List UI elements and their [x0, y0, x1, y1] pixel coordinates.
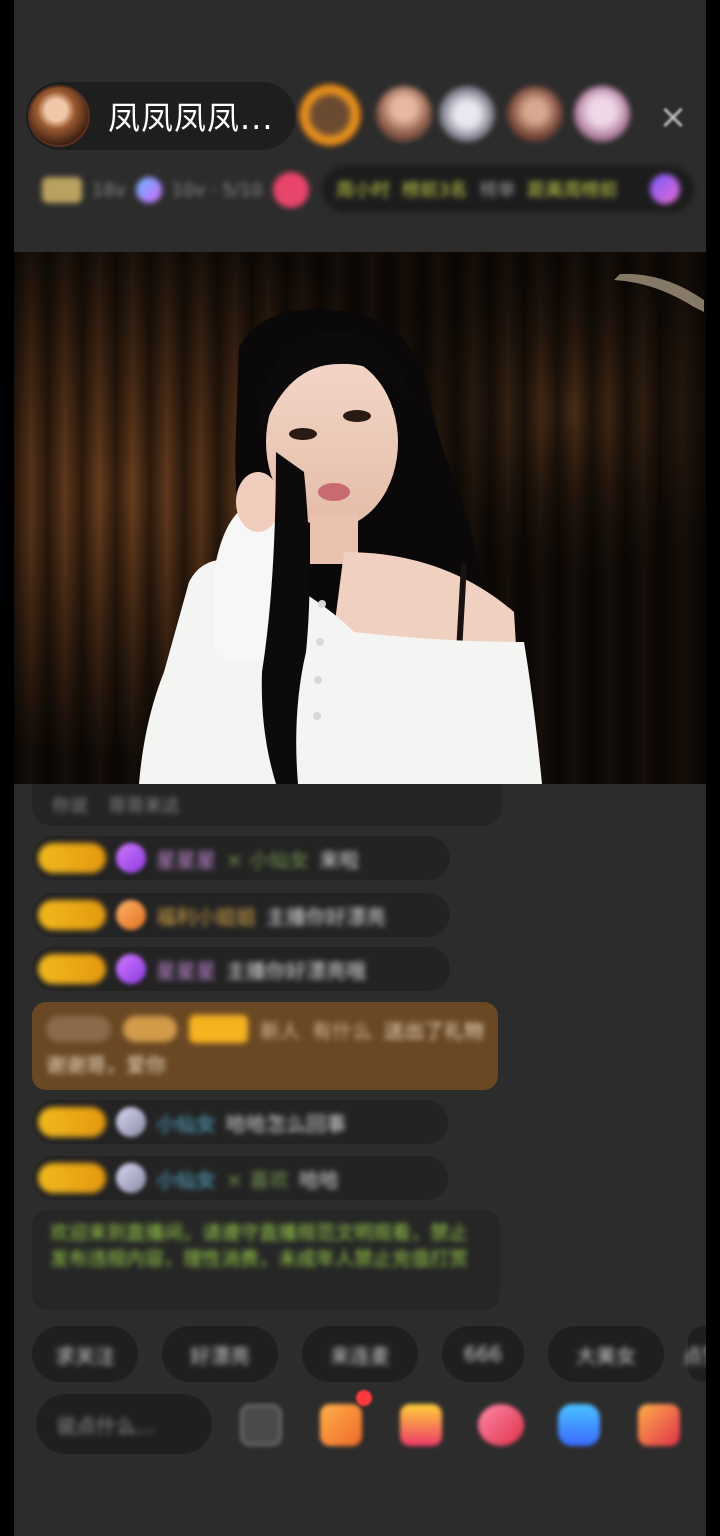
emoji-icon[interactable]: [240, 1404, 282, 1446]
chat-text: 送出了礼物: [383, 1018, 484, 1043]
quick-reply-chip[interactable]: 好漂亮: [162, 1326, 278, 1382]
close-icon[interactable]: ×: [654, 98, 692, 136]
chat-bubble-icon[interactable]: [558, 1404, 600, 1446]
chat-text: 主播你好漂亮: [266, 904, 386, 929]
chat-text: 哈哈: [299, 1167, 340, 1192]
user-level-badge: [46, 1016, 111, 1042]
quick-reply-label: 点赞: [683, 1343, 706, 1368]
chat-username[interactable]: 小仙女: [156, 1108, 216, 1137]
shop-icon[interactable]: [320, 1404, 362, 1446]
chat-text: 你说: [52, 796, 88, 817]
rank-label: 距离周榜前: [527, 180, 618, 201]
quick-reply-row: 求关注 好漂亮 来连麦 666 大美女 点赞: [32, 1326, 706, 1386]
chat-username[interactable]: 有什么: [312, 1015, 372, 1044]
live-video[interactable]: [14, 252, 706, 784]
quick-reply-label: 大美女: [576, 1343, 636, 1368]
vip-badge: [122, 1016, 177, 1042]
viewer-avatar[interactable]: [376, 86, 432, 142]
viewer-avatar[interactable]: [574, 86, 630, 142]
chat-message[interactable]: 星星星 主播你好漂亮哦: [32, 947, 450, 991]
users-text: 10v · 5/10: [171, 179, 263, 201]
system-notice: 欢迎来到直播间，请遵守直播规范文明观看，禁止发布违规内容，理性消费，未成年人禁止…: [32, 1210, 500, 1310]
rank-banner[interactable]: 周小时 榜前3名 榜单 距离周榜前: [322, 166, 694, 212]
chat-subtext: × 喜欢: [226, 1167, 290, 1192]
chat-message[interactable]: 福利小姐姐 主播你好漂亮: [32, 893, 450, 937]
ghost-icon: [116, 1107, 146, 1137]
system-notice-text: 欢迎来到直播间，请遵守直播规范文明观看，禁止发布违规内容，理性消费，未成年人禁止…: [50, 1222, 469, 1270]
host-avatar[interactable]: [28, 85, 90, 147]
quick-reply-label: 来连麦: [330, 1343, 390, 1368]
fan-level-badge: [38, 1163, 106, 1193]
chat-text: 哈哈怎么回事: [226, 1111, 346, 1136]
rank-label: 榜单: [479, 180, 516, 201]
comment-placeholder: 说点什么...: [56, 1413, 156, 1438]
heart-icon[interactable]: [478, 1404, 524, 1446]
chat-subtext: 新人: [259, 1018, 300, 1043]
quick-reply-label: 求关注: [55, 1343, 115, 1368]
quick-reply-chip[interactable]: 点赞: [683, 1326, 706, 1382]
quick-reply-chip[interactable]: 求关注: [32, 1326, 138, 1382]
notification-dot-icon: [356, 1390, 372, 1406]
ghost-icon: [116, 1163, 146, 1193]
quick-reply-chip[interactable]: 大美女: [548, 1326, 664, 1382]
chat-username[interactable]: 星星星: [156, 955, 216, 984]
chat-subtext: × 小仙女: [226, 847, 310, 872]
chat-username[interactable]: 福利小姐姐: [156, 901, 256, 930]
diamond-icon: [116, 954, 146, 984]
rank-gift-icon[interactable]: [650, 174, 680, 204]
hot-icon[interactable]: [272, 172, 309, 208]
video-frame-image: [14, 252, 706, 784]
fan-level-badge: [38, 1107, 106, 1137]
viewer-avatar[interactable]: [439, 86, 495, 142]
rank-label: 榜前3名: [402, 180, 468, 201]
diamond-icon: [116, 843, 146, 873]
chat-text: 主播你好漂亮哦: [226, 958, 366, 983]
fan-level-badge: [188, 1015, 248, 1043]
fan-level-badge: [38, 900, 106, 930]
host-info-pill[interactable]: 凤凤凤凤...: [26, 82, 296, 150]
fan-level-badge: [38, 843, 106, 873]
chat-message[interactable]: 小仙女 × 喜欢 哈哈: [32, 1156, 448, 1200]
chat-message-highlighted[interactable]: 新人 有什么 送出了礼物 谢谢哥，爱你: [32, 1002, 498, 1090]
chat-username[interactable]: 小仙女: [156, 1164, 216, 1193]
gem-icon: [135, 177, 162, 203]
level-text: 18v: [92, 179, 126, 201]
gift-icon[interactable]: [638, 1404, 680, 1446]
gift-box-icon[interactable]: [400, 1404, 442, 1446]
fire-icon: [116, 900, 146, 930]
chat-message-partial[interactable]: 你说 哥哥来这: [32, 784, 502, 826]
chat-text: 哥哥来这: [108, 796, 180, 817]
chat-text: 谢谢哥，爱你: [46, 1052, 166, 1077]
host-name[interactable]: 凤凤凤凤...: [108, 93, 274, 139]
quick-reply-chip[interactable]: 来连麦: [302, 1326, 418, 1382]
comment-input[interactable]: 说点什么...: [36, 1394, 212, 1454]
fan-level-badge: [38, 954, 106, 984]
chat-message[interactable]: 小仙女 哈哈怎么回事: [32, 1100, 448, 1144]
stream-info-bar[interactable]: 18v 10v · 5/10: [42, 168, 312, 212]
quick-reply-label: 666: [463, 1342, 503, 1366]
level-badge: [42, 177, 82, 203]
rank-label: 周小时: [336, 180, 390, 201]
live-stream-screen: 凤凤凤凤... × 18v 10v · 5/10 周小时 榜前3名 榜单 距离周…: [14, 0, 706, 1536]
viewer-avatar[interactable]: [299, 84, 361, 146]
quick-reply-chip[interactable]: 666: [442, 1326, 524, 1382]
chat-username[interactable]: 星星星: [156, 844, 216, 873]
chat-message[interactable]: 星星星 × 小仙女 来啦: [32, 836, 450, 880]
quick-reply-label: 好漂亮: [190, 1343, 250, 1368]
chat-text: 来啦: [319, 847, 360, 872]
viewer-avatar[interactable]: [507, 86, 563, 142]
